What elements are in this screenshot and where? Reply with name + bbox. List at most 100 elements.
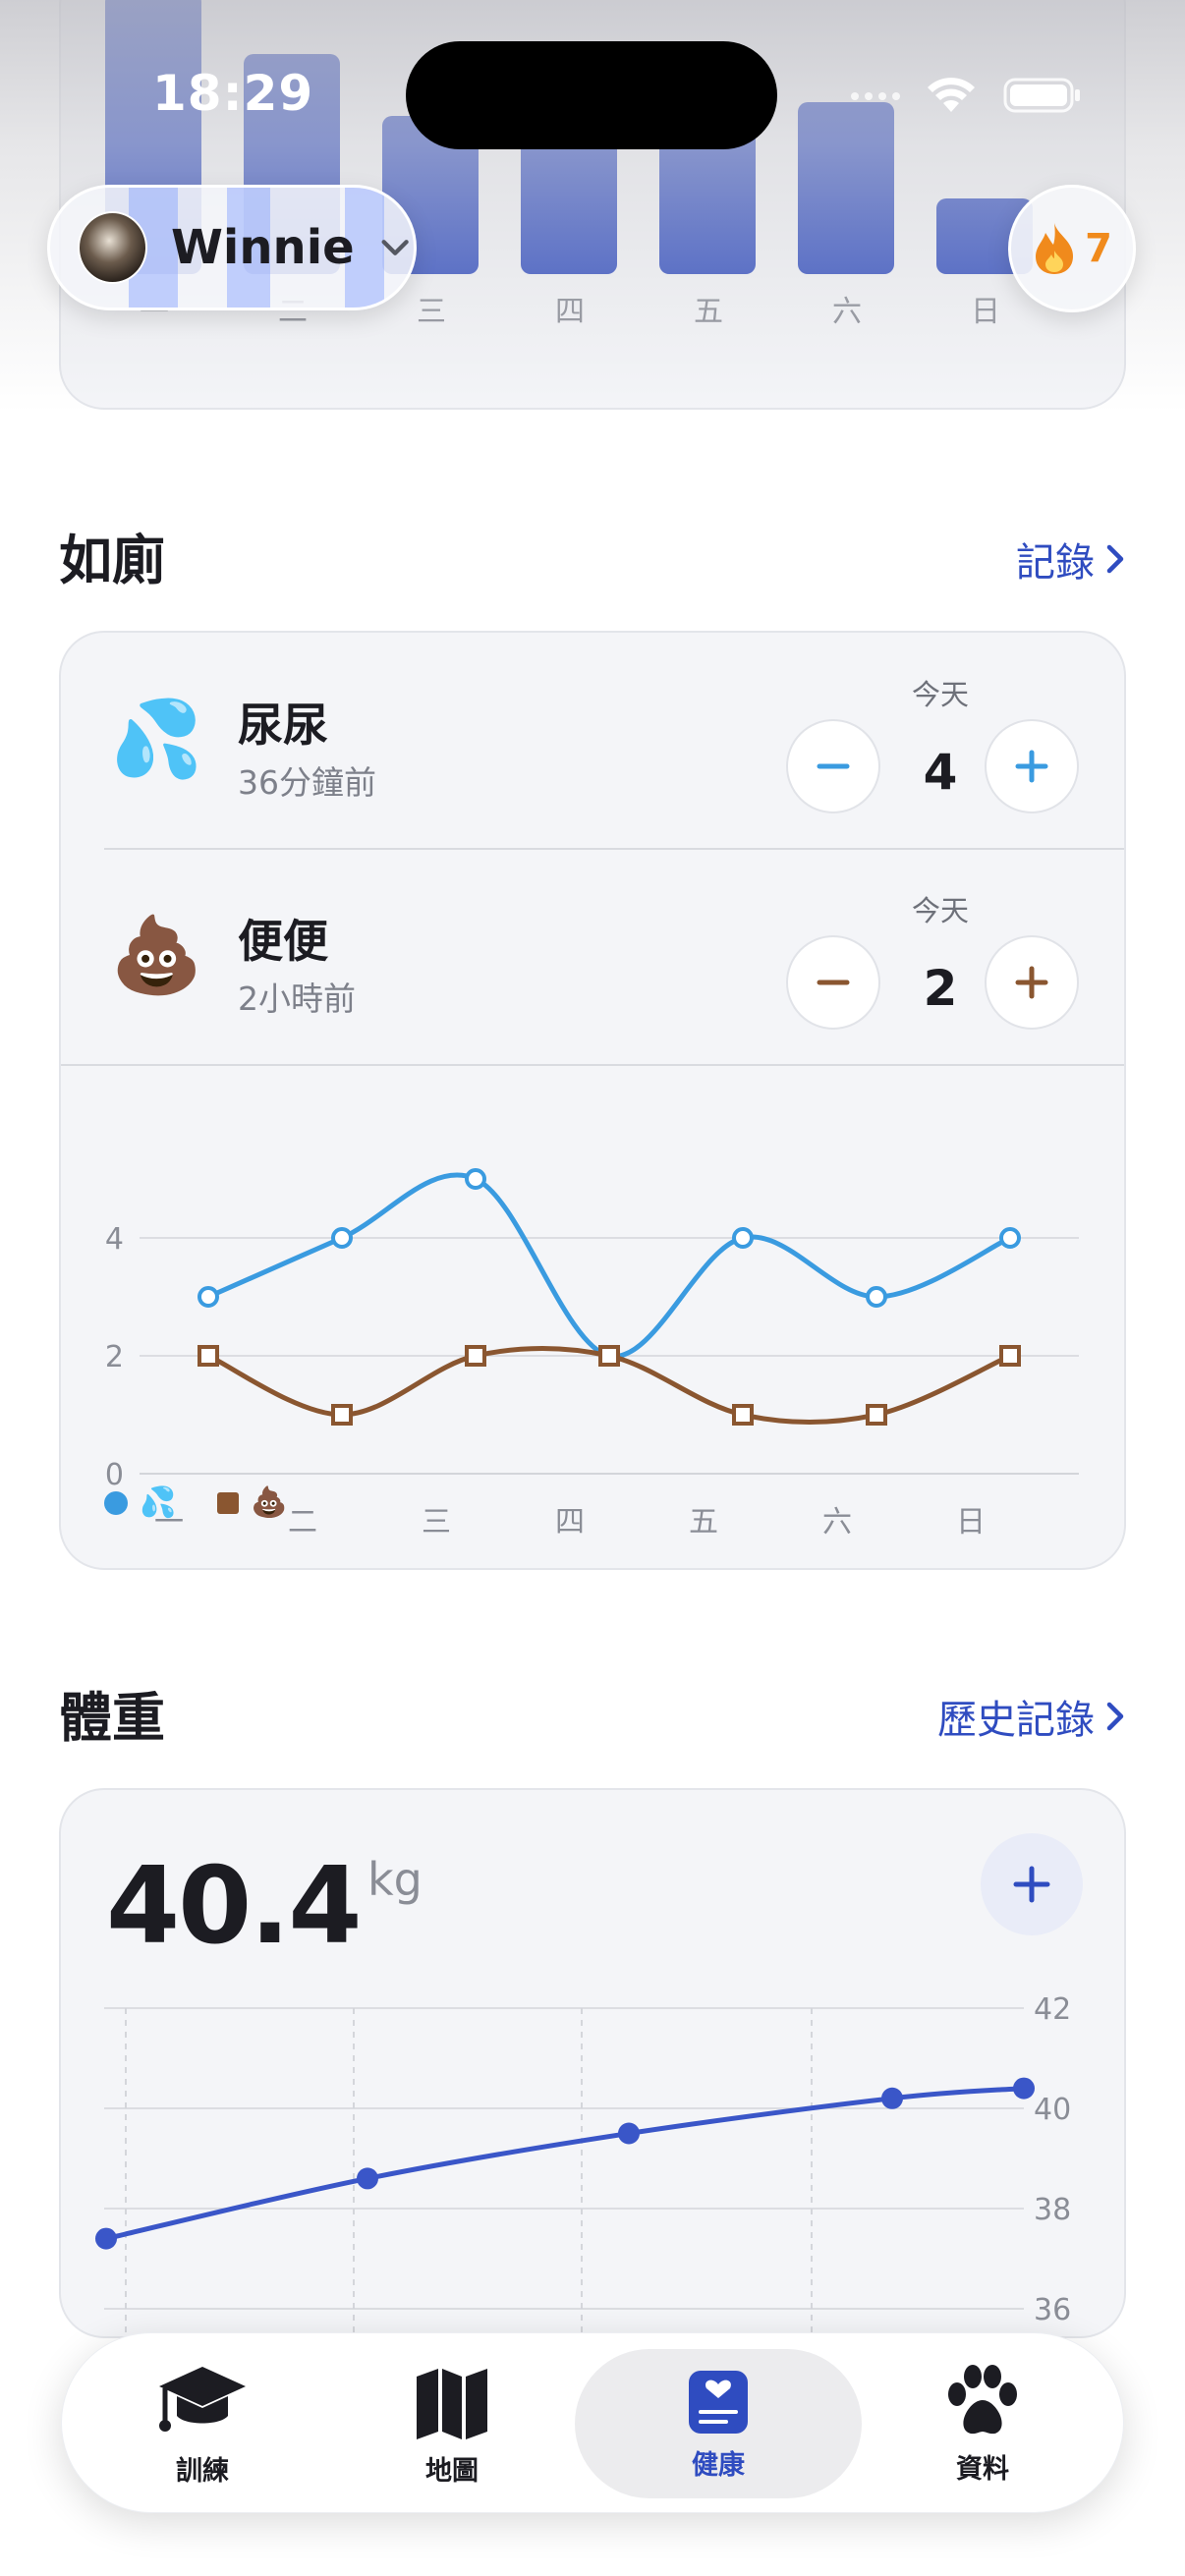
dynamic-island [406,41,777,149]
activity-day-label: 六 [832,295,862,329]
poop-emoji: 💩 [110,911,203,998]
tab-profile[interactable]: 資料 [862,2349,1103,2498]
pee-data-point [331,1227,353,1249]
poop-data-point [999,1345,1021,1367]
cellular-signal-icon [851,92,900,100]
graduation-cap-icon [159,2366,246,2432]
y-tick-label: 40 [1034,2093,1071,2127]
flame-icon [1036,223,1074,274]
streak-count: 7 [1085,226,1112,271]
poop-data-point [598,1345,620,1367]
plus-icon [1015,750,1048,783]
pee-decrement-button[interactable] [786,719,880,813]
poop-label: 便便 [238,915,328,968]
x-tick-label: 三 [422,1505,451,1540]
activity-day-label: 五 [694,295,723,329]
poop-data-point [331,1404,353,1426]
potty-record-link[interactable]: 記錄 [1016,531,1126,588]
activity-day-label: 三 [417,295,446,329]
x-tick-label: 日 [956,1505,986,1540]
weight-data-point [357,2167,378,2190]
activity-day-label: 日 [971,295,1000,329]
minus-icon [817,980,850,985]
pet-selector[interactable]: Winnie [47,185,417,310]
pee-increment-button[interactable] [985,719,1079,813]
x-tick-label: 六 [822,1505,852,1540]
weight-data-point [95,2227,117,2250]
weight-history-link-label: 歷史記錄 [937,1698,1095,1743]
pet-avatar [78,211,147,284]
health-screen: 一 二 三 四 五 六 日 18:29 Winnie 7 如廁 記錄 💦 尿尿 … [0,0,1185,2576]
weight-section-title: 體重 [59,1687,165,1749]
potty-legend: 💦 💩 [104,1485,288,1520]
weight-data-point [1013,2077,1035,2100]
y-tick-label: 42 [1034,1992,1071,2027]
y-tick-label: 4 [105,1222,124,1257]
poop-data-point [732,1404,754,1426]
weight-card: 40.4 kg 36 38 40 42 [59,1788,1126,2338]
activity-bar [798,102,894,274]
poop-last-time: 2小時前 [238,980,356,1018]
activity-day-label: 四 [555,295,585,329]
potty-record-link-label: 記錄 [1016,540,1095,586]
tab-training[interactable]: 訓練 [82,2349,323,2498]
weight-data-point [618,2122,640,2145]
legend-pee-label: 💦 [140,1485,177,1520]
tab-health-label: 健康 [692,2449,745,2481]
poop-data-point [866,1404,887,1426]
pee-data-point [866,1286,887,1308]
pee-today-label: 今天 [911,678,969,711]
x-tick-label: 五 [689,1505,718,1540]
plus-icon [1015,966,1048,999]
weight-line-chart: 36 38 40 42 [95,1992,1071,2336]
y-tick-label: 38 [1034,2193,1071,2227]
legend-poop-label: 💩 [251,1485,288,1520]
tab-health[interactable]: 健康 [575,2349,862,2498]
poop-row: 💩 便便 2小時前 今天 2 [61,849,1124,1065]
tab-bar: 訓練 地圖 健康 資料 [61,2332,1124,2513]
poop-increment-button[interactable] [985,935,1079,1030]
pee-data-point [465,1168,486,1190]
streak-badge[interactable]: 7 [1008,185,1136,312]
weight-history-link[interactable]: 歷史記錄 [937,1688,1126,1745]
pee-last-time: 36分鐘前 [238,763,376,802]
chevron-right-icon [1106,1702,1124,1731]
battery-icon [1003,78,1080,113]
chevron-right-icon [1106,544,1124,574]
tab-training-label: 訓練 [176,2455,229,2487]
legend-pee-marker [104,1490,128,1515]
poop-decrement-button[interactable] [786,935,880,1030]
potty-section-title: 如廁 [59,530,165,591]
y-tick-label: 2 [105,1340,124,1374]
x-tick-label: 二 [288,1505,317,1540]
tab-map-label: 地圖 [425,2455,479,2487]
y-tick-label: 36 [1034,2293,1071,2327]
weight-series-line [103,2086,1027,2242]
potty-chart: 024一二三四五六日 💦 💩 [61,1065,1124,1568]
map-icon [417,2368,487,2439]
pee-label: 尿尿 [238,699,328,752]
pee-emoji: 💦 [110,695,203,782]
pee-series-line [205,1172,1013,1359]
pee-data-point [198,1286,219,1308]
poop-data-point [198,1345,219,1367]
status-icons [847,73,1083,116]
poop-today-label: 今天 [911,894,969,927]
wifi-icon [928,78,975,112]
pee-row: 💦 尿尿 36分鐘前 今天 4 [61,633,1124,849]
x-tick-label: 四 [555,1505,585,1540]
status-time: 18:29 [152,65,314,122]
pet-name: Winnie [170,220,355,275]
chevron-down-icon [381,240,409,255]
health-icon [689,2370,748,2434]
poop-count: 2 [923,960,958,1017]
pee-data-point [732,1227,754,1249]
pee-data-point [999,1227,1021,1249]
minus-icon [817,763,850,769]
tab-map[interactable]: 地圖 [331,2349,573,2498]
pee-count: 4 [923,744,958,801]
paw-icon [948,2364,1017,2434]
weight-data-point [881,2087,903,2109]
potty-card: 💦 尿尿 36分鐘前 今天 4 💩 便便 2小時前 今天 2 0 2 4 一 二… [59,631,1126,1570]
tab-profile-label: 資料 [956,2453,1009,2485]
